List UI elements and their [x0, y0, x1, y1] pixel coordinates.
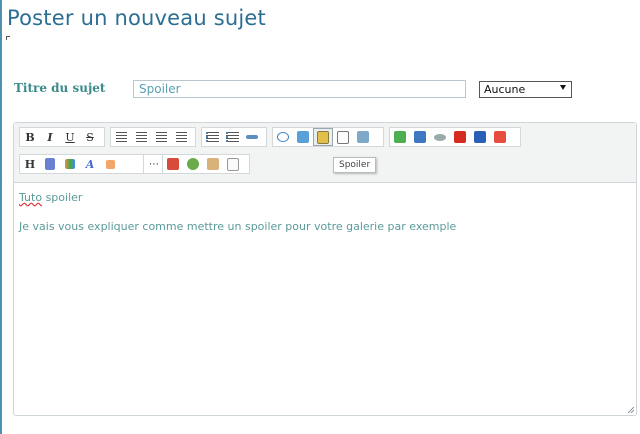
smiley-icon [187, 158, 199, 170]
calendar-icon [167, 158, 179, 170]
link-button[interactable] [430, 128, 450, 146]
justify-button[interactable] [171, 128, 191, 146]
horizontal-rule-icon [246, 135, 258, 139]
spoiler-icon [317, 130, 329, 144]
corner-mark [6, 36, 10, 40]
format-group: B I U S [19, 127, 105, 147]
ellipsis-icon: ⋯ [149, 158, 159, 170]
style-group: H A [19, 154, 145, 174]
insert-group [272, 127, 384, 147]
host-image-button[interactable] [410, 128, 430, 146]
bullet-list-icon [205, 132, 219, 142]
image-icon [394, 131, 406, 143]
hr-button[interactable] [242, 128, 262, 146]
more-button[interactable]: ⋯ [144, 155, 164, 173]
align-left-icon [115, 132, 127, 142]
spoiler-button[interactable] [313, 128, 333, 146]
emoji-button[interactable] [183, 155, 203, 173]
align-center-icon [135, 132, 147, 142]
align-right-icon [155, 132, 167, 142]
align-center-button[interactable] [131, 128, 151, 146]
color-button[interactable] [60, 155, 80, 173]
align-group [110, 127, 196, 147]
content-line-1-rest: spoiler [42, 191, 83, 204]
date-button[interactable] [163, 155, 183, 173]
heading-button[interactable]: H [20, 155, 40, 173]
align-right-button[interactable] [151, 128, 171, 146]
left-border [0, 0, 2, 434]
hide-button[interactable] [333, 128, 353, 146]
bullet-list-button[interactable] [202, 128, 222, 146]
hide-icon [337, 130, 349, 144]
underline-button[interactable]: U [60, 128, 80, 146]
align-left-button[interactable] [111, 128, 131, 146]
eraser-icon [105, 159, 115, 169]
number-list-icon [225, 132, 239, 142]
image-button[interactable] [390, 128, 410, 146]
clipboard-icon [207, 158, 219, 170]
strike-button[interactable]: S [80, 128, 100, 146]
upload-image-icon [414, 131, 426, 143]
subject-label: Titre du sujet [14, 81, 106, 95]
table-button[interactable] [353, 128, 373, 146]
prefix-select-value: Aucune [484, 83, 526, 96]
font-size-button[interactable] [40, 155, 60, 173]
code-icon [297, 131, 309, 143]
video-icon [474, 131, 486, 143]
font-size-icon [45, 158, 55, 170]
content-line-2: Je vais vous expliquer comme mettre un s… [19, 220, 457, 233]
source-button[interactable] [223, 155, 243, 173]
youtube-button[interactable] [450, 128, 470, 146]
number-list-button[interactable] [222, 128, 242, 146]
quote-button[interactable] [273, 128, 293, 146]
content-word-tuto: Tuto [19, 191, 43, 204]
media-group [389, 127, 521, 147]
clear-format-button[interactable] [100, 155, 120, 173]
chevron-down-icon [560, 85, 566, 90]
youtube-icon [454, 131, 466, 143]
speech-bubble-icon [277, 132, 289, 142]
font-button[interactable]: A [80, 155, 100, 173]
flash-button[interactable] [490, 128, 510, 146]
table-icon [357, 131, 369, 143]
color-palette-icon [65, 159, 75, 169]
link-icon [434, 133, 446, 141]
paste-button[interactable] [203, 155, 223, 173]
page-title: Poster un nouveau sujet [7, 6, 266, 30]
editor-toolbar: B I U S H A ⋯ Spoiler [14, 123, 636, 183]
prefix-select[interactable]: Aucune [479, 81, 572, 98]
spoiler-tooltip: Spoiler [333, 157, 377, 173]
document-icon [227, 157, 239, 171]
message-editor[interactable]: B I U S H A ⋯ Spoiler Tuto spoiler Je va… [13, 122, 637, 416]
dailymotion-button[interactable] [470, 128, 490, 146]
subject-input[interactable]: Spoiler [133, 80, 466, 98]
italic-button[interactable]: I [40, 128, 60, 146]
list-group [201, 127, 267, 147]
editor-content[interactable]: Tuto spoiler Je vais vous expliquer comm… [19, 191, 456, 234]
misc-group [162, 154, 250, 174]
flash-icon [494, 131, 506, 143]
content-line-1: Tuto spoiler [19, 191, 456, 205]
code-button[interactable] [293, 128, 313, 146]
justify-icon [175, 132, 187, 142]
bold-button[interactable]: B [20, 128, 40, 146]
resize-handle[interactable] [628, 407, 634, 413]
